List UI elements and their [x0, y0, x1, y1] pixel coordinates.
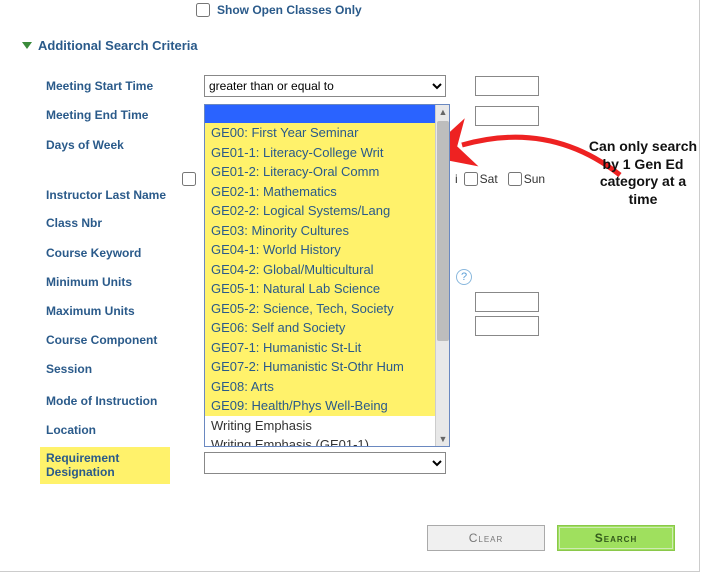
help-icon[interactable]: ?	[456, 269, 472, 285]
listbox-option[interactable]: GE01-1: Literacy-College Writ	[205, 143, 449, 163]
show-open-checkbox[interactable]	[196, 3, 210, 17]
day-mon-checkbox[interactable]	[182, 172, 196, 186]
scroll-thumb[interactable]	[437, 121, 449, 341]
label-min: Minimum Units	[46, 275, 204, 289]
listbox-option[interactable]: GE04-1: World History	[205, 240, 449, 260]
label-max: Maximum Units	[46, 304, 204, 318]
listbox-blank-option[interactable]	[205, 105, 449, 123]
listbox-option[interactable]: GE00: First Year Seminar	[205, 123, 449, 143]
listbox-option[interactable]: Writing Emphasis	[205, 416, 449, 436]
input-start-time[interactable]	[475, 76, 539, 96]
listbox-scrollbar[interactable]: ▲ ▼	[435, 105, 449, 446]
day-sat-checkbox[interactable]	[464, 172, 478, 186]
listbox-option[interactable]: GE07-2: Humanistic St-Othr Hum	[205, 357, 449, 377]
label-meeting-start: Meeting Start Time	[46, 79, 204, 93]
reqdes-listbox[interactable]: GE00: First Year Seminar GE01-1: Literac…	[204, 104, 450, 447]
label-classnbr: Class Nbr	[46, 216, 204, 230]
listbox-option[interactable]: GE06: Self and Society	[205, 318, 449, 338]
collapse-icon	[22, 42, 32, 49]
listbox-option[interactable]: GE07-1: Humanistic St-Lit	[205, 338, 449, 358]
listbox-option[interactable]: GE01-2: Literacy-Oral Comm	[205, 162, 449, 182]
listbox-option[interactable]: GE04-2: Global/Multicultural	[205, 260, 449, 280]
day-fri-partial: i	[455, 172, 458, 186]
label-reqdes: Requirement Designation	[40, 447, 170, 484]
input-end-time[interactable]	[475, 106, 539, 126]
scroll-down-icon[interactable]: ▼	[438, 434, 448, 444]
input-min-to[interactable]	[475, 292, 539, 312]
select-reqdes[interactable]	[204, 452, 446, 474]
listbox-option[interactable]: GE02-1: Mathematics	[205, 182, 449, 202]
label-session: Session	[46, 362, 204, 376]
day-sun-label: Sun	[524, 172, 545, 186]
label-location: Location	[46, 423, 204, 437]
show-open-label: Show Open Classes Only	[217, 3, 362, 17]
label-days: Days of Week	[46, 138, 204, 152]
scroll-up-icon[interactable]: ▲	[438, 107, 448, 117]
listbox-option[interactable]: GE08: Arts	[205, 377, 449, 397]
section-title: Additional Search Criteria	[38, 38, 198, 53]
label-instructor: Instructor Last Name	[46, 188, 204, 203]
listbox-option[interactable]: GE02-2: Logical Systems/Lang	[205, 201, 449, 221]
section-header[interactable]: Additional Search Criteria	[22, 38, 198, 53]
listbox-option[interactable]: GE05-1: Natural Lab Science	[205, 279, 449, 299]
listbox-option[interactable]: GE03: Minority Cultures	[205, 221, 449, 241]
annotation-text: Can only search by 1 Gen Ed category at …	[588, 138, 698, 208]
input-max-to[interactable]	[475, 316, 539, 336]
days-row-right: i Sat Sun	[455, 172, 549, 186]
panel: Show Open Classes Only Additional Search…	[0, 0, 700, 572]
label-component: Course Component	[46, 333, 204, 347]
clear-button[interactable]: Clear	[427, 525, 545, 551]
select-meeting-start-op[interactable]: greater than or equal to	[204, 75, 446, 97]
label-meeting-end: Meeting End Time	[46, 108, 204, 122]
show-open-row: Show Open Classes Only	[192, 0, 362, 20]
day-sun-checkbox[interactable]	[508, 172, 522, 186]
label-mode: Mode of Instruction	[46, 394, 204, 408]
listbox-option[interactable]: Writing Emphasis (GE01-1)	[205, 435, 449, 447]
row-meeting-start: Meeting Start Time greater than or equal…	[46, 74, 686, 98]
day-sat-label: Sat	[480, 172, 498, 186]
button-row: Clear Search	[427, 525, 675, 551]
label-keyword: Course Keyword	[46, 246, 204, 260]
listbox-option[interactable]: GE09: Health/Phys Well-Being	[205, 396, 449, 416]
listbox-option[interactable]: GE05-2: Science, Tech, Society	[205, 299, 449, 319]
search-button[interactable]: Search	[557, 525, 675, 551]
